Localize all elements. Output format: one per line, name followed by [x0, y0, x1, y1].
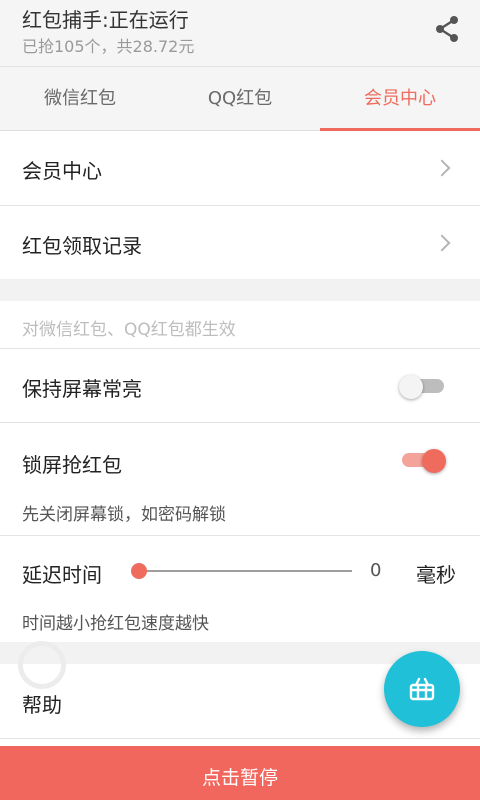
- setting-delay: 延迟时间 时间越小抢红包速度越快: [0, 536, 480, 642]
- setting-label: 锁屏抢红包: [22, 453, 122, 477]
- setting-label: 保持屏幕常亮: [22, 377, 142, 401]
- setting-keep-screen-on: 保持屏幕常亮: [0, 349, 480, 422]
- menu-item-label: 红包领取记录: [22, 234, 142, 258]
- setting-lockscreen-grab: 锁屏抢红包 先关闭屏幕锁，如密码解锁: [0, 423, 480, 535]
- pause-button[interactable]: 点击暂停: [0, 746, 480, 800]
- scope-note: 对微信红包、QQ红包都生效: [22, 320, 236, 340]
- keep-screen-on-toggle[interactable]: [399, 375, 444, 399]
- grab-summary: 已抢105个，共28.72元: [22, 37, 195, 56]
- delay-unit: 毫秒: [416, 563, 456, 587]
- section-gap: [0, 279, 480, 301]
- menu-item-label: 帮助: [22, 693, 62, 717]
- share-icon[interactable]: [432, 14, 462, 44]
- chevron-right-icon: [433, 234, 451, 252]
- setting-hint: 时间越小抢红包速度越快: [22, 614, 209, 634]
- gift-fab-button[interactable]: [384, 651, 460, 727]
- tab-bar: 微信红包 QQ红包 会员中心: [0, 67, 480, 131]
- gift-box-icon: [409, 677, 435, 701]
- menu-item-redpacket-records[interactable]: 红包领取记录: [0, 206, 480, 279]
- app-header: 红包捕手:正在运行 已抢105个，共28.72元: [0, 0, 480, 67]
- tab-wechat-redpacket[interactable]: 微信红包: [0, 67, 160, 130]
- settings-scope-note-row: 对微信红包、QQ红包都生效: [0, 301, 480, 348]
- tab-qq-redpacket[interactable]: QQ红包: [160, 67, 320, 130]
- slider-track: [132, 570, 352, 572]
- app-status-title: 红包捕手:正在运行: [22, 8, 189, 32]
- delay-value: 0: [370, 560, 382, 581]
- setting-hint: 先关闭屏幕锁，如密码解锁: [22, 505, 226, 525]
- toggle-knob: [422, 449, 446, 473]
- lockscreen-grab-toggle[interactable]: [402, 449, 446, 473]
- touch-ripple-indicator: [18, 641, 66, 689]
- divider: [0, 738, 480, 739]
- chevron-right-icon: [433, 159, 451, 177]
- delay-slider[interactable]: [131, 560, 352, 582]
- toggle-knob: [399, 375, 423, 399]
- menu-item-member-center[interactable]: 会员中心: [0, 131, 480, 204]
- menu-item-label: 会员中心: [22, 159, 102, 183]
- slider-thumb[interactable]: [131, 563, 147, 579]
- setting-label: 延迟时间: [22, 563, 102, 587]
- tab-member-center[interactable]: 会员中心: [320, 67, 480, 131]
